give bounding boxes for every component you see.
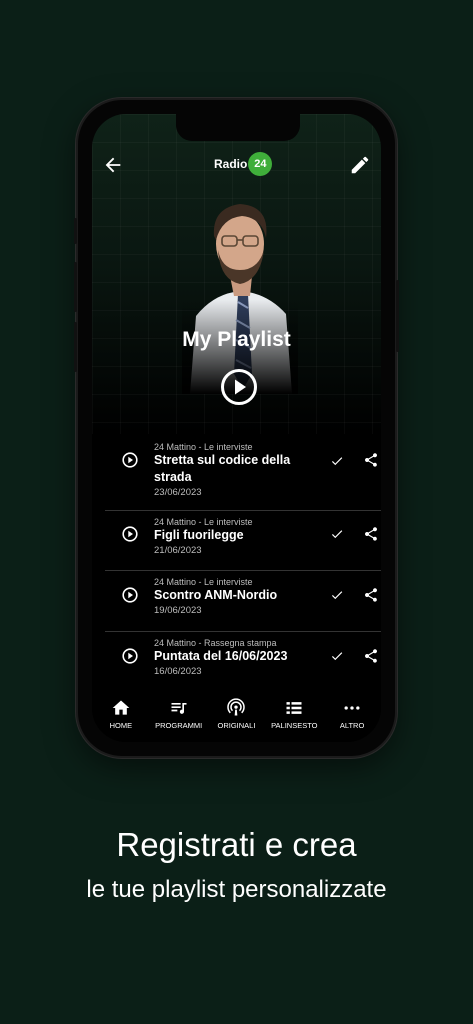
tab-label: PALINSESTO: [271, 721, 318, 730]
share-icon[interactable]: [363, 526, 379, 542]
play-episode-icon[interactable]: [122, 648, 138, 664]
schedule-icon: [286, 702, 302, 714]
caption-headline: Registrati e crea: [116, 826, 357, 863]
episode-date: 23/06/2023: [154, 487, 202, 498]
episode-date: 21/06/2023: [154, 545, 202, 556]
tab-altro[interactable]: ALTRO: [323, 690, 381, 742]
episode-row[interactable]: 24 Mattino - Rassegna stampa Puntata del…: [105, 632, 381, 693]
episode-title: Puntata del 16/06/2023: [154, 649, 288, 663]
play-episode-icon[interactable]: [122, 587, 138, 603]
caption-subline: le tue playlist personalizzate: [86, 876, 387, 903]
tab-programmi[interactable]: PROGRAMMI: [150, 690, 208, 742]
radio24-logo: Radio 24: [214, 152, 273, 176]
tab-home[interactable]: HOME: [92, 690, 150, 742]
phone-frame: Radio 24 My Playlist 24 Mattino - Le int…: [74, 98, 399, 758]
volume-up-button: [74, 262, 77, 312]
app-screen: Radio 24 My Playlist 24 Mattino - Le int…: [92, 114, 381, 742]
play-episode-icon[interactable]: [122, 452, 138, 468]
share-icon[interactable]: [363, 452, 379, 468]
episode-list: 24 Mattino - Le interviste Stretta sul c…: [105, 436, 381, 693]
bottom-tab-bar: HOME PROGRAMMI ORIGINALI PALINSESTO ALTR…: [92, 690, 381, 742]
episode-program: 24 Mattino - Le interviste: [154, 577, 253, 587]
check-icon[interactable]: [330, 454, 344, 468]
episode-title: Scontro ANM-Nordio: [154, 588, 278, 602]
episode-row[interactable]: 24 Mattino - Le interviste Scontro ANM-N…: [105, 571, 381, 632]
tab-label: ORIGINALI: [217, 721, 256, 730]
episode-date: 19/06/2023: [154, 605, 202, 616]
share-icon[interactable]: [363, 648, 379, 664]
check-icon[interactable]: [330, 588, 344, 602]
edit-pencil-icon[interactable]: [349, 154, 371, 176]
tab-label: HOME: [109, 721, 133, 730]
programs-icon: [171, 703, 187, 714]
episode-title: Figli fuorilegge: [154, 528, 244, 542]
episode-date: 16/06/2023: [154, 666, 202, 677]
episode-program: 24 Mattino - Le interviste: [154, 442, 253, 452]
episode-title: Stretta sul codice della strada: [154, 453, 291, 484]
back-arrow-icon[interactable]: [102, 154, 124, 176]
host-portrait: [182, 184, 298, 394]
tab-palinsesto[interactable]: PALINSESTO: [265, 690, 323, 742]
play-episode-icon[interactable]: [122, 526, 138, 542]
logo-text: Radio: [214, 157, 248, 171]
tab-label: ALTRO: [339, 721, 365, 730]
notch: [176, 114, 300, 141]
episode-program: 24 Mattino - Rassegna stampa: [154, 638, 277, 648]
check-icon[interactable]: [330, 649, 344, 663]
logo-badge: 24: [248, 152, 273, 176]
play-all-icon[interactable]: [220, 368, 258, 406]
check-icon[interactable]: [330, 527, 344, 541]
episode-program: 24 Mattino - Le interviste: [154, 517, 253, 527]
page-title: My Playlist: [182, 328, 291, 351]
home-icon: [112, 700, 130, 715]
more-icon: [344, 706, 360, 710]
tab-label: PROGRAMMI: [155, 721, 203, 730]
power-button: [396, 280, 399, 352]
share-icon[interactable]: [363, 587, 379, 603]
volume-down-button: [74, 322, 77, 372]
mute-switch: [74, 218, 77, 244]
podcast-icon: [227, 698, 246, 716]
tab-originali[interactable]: ORIGINALI: [208, 690, 266, 742]
episode-row[interactable]: 24 Mattino - Le interviste Stretta sul c…: [105, 436, 381, 511]
episode-row[interactable]: 24 Mattino - Le interviste Figli fuorile…: [105, 511, 381, 571]
